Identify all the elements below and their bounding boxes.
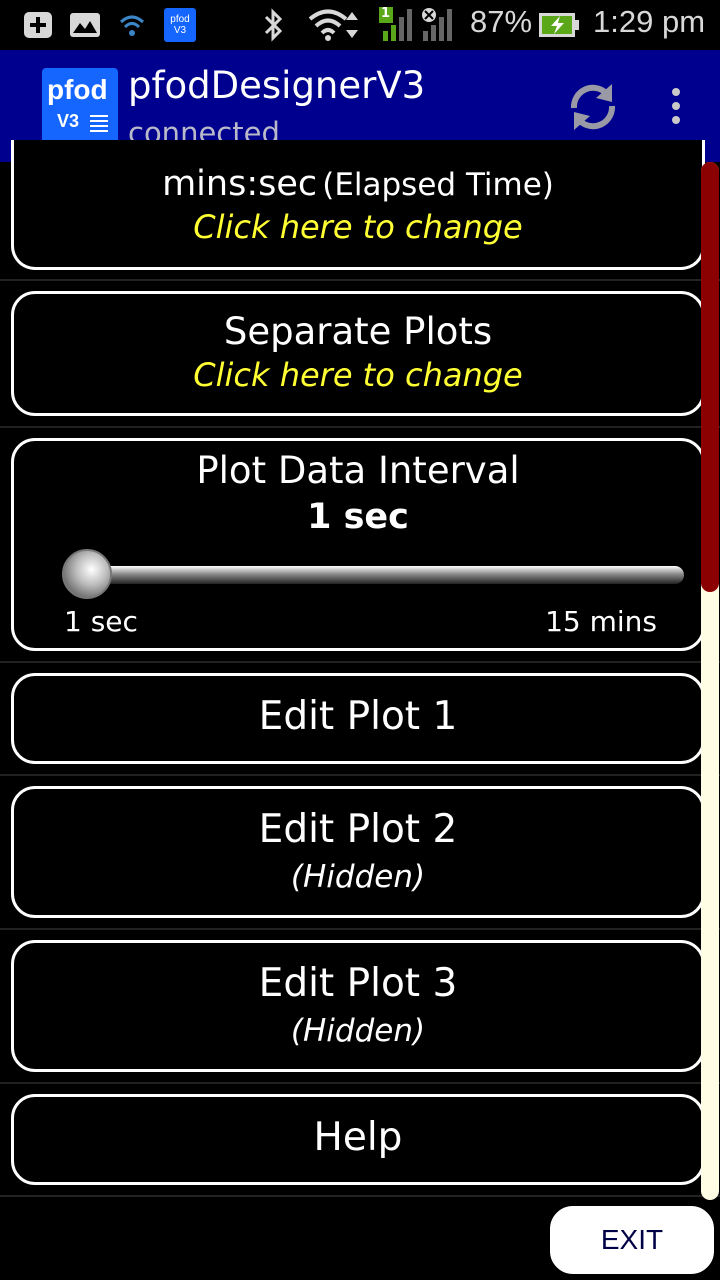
help-button[interactable]: Help: [11, 1094, 705, 1185]
divider: [0, 1082, 720, 1084]
divider: [0, 1195, 720, 1197]
separate-plots-button[interactable]: Separate Plots Click here to change: [11, 291, 705, 416]
time-format-button[interactable]: mins:sec (Elapsed Time) Click here to ch…: [11, 140, 705, 270]
edit-plot-2-button[interactable]: Edit Plot 2 (Hidden): [11, 786, 705, 918]
logo-line2: V3: [57, 111, 80, 131]
logo-line1: pfod: [47, 74, 108, 105]
plot-interval-value: 1 sec: [307, 497, 409, 537]
image-icon: [68, 8, 102, 42]
battery-percent: 87%: [470, 4, 533, 39]
exit-button[interactable]: EXIT: [547, 1203, 717, 1277]
divider: [0, 774, 720, 776]
separate-plots-hint: Click here to change: [193, 356, 523, 394]
plus-box-icon: [22, 8, 54, 42]
battery-charging-icon: [538, 8, 580, 42]
slider-max-label: 15 mins: [545, 605, 657, 638]
time-format-suffix: (Elapsed Time): [322, 167, 554, 203]
interval-slider-track[interactable]: [88, 566, 684, 584]
clock: 1:29 pm: [593, 4, 706, 39]
divider: [0, 661, 720, 663]
time-format-title-row: mins:sec (Elapsed Time): [14, 164, 702, 204]
wifi-icon: [308, 8, 364, 42]
pfod-notification-icon: pfod V3: [164, 8, 196, 42]
logo-lines-icon: [90, 115, 108, 135]
time-format-title: mins:sec: [162, 164, 318, 204]
edit-plot-1-label: Edit Plot 1: [258, 694, 458, 739]
edit-plot-2-label: Edit Plot 2: [258, 807, 458, 852]
bluetooth-icon: [260, 8, 288, 42]
time-format-hint: Click here to change: [193, 208, 523, 246]
divider: [0, 928, 720, 930]
app-title: pfodDesignerV3: [128, 64, 426, 107]
edit-plot-3-label: Edit Plot 3: [258, 961, 458, 1006]
edit-plot-2-status: (Hidden): [290, 859, 426, 895]
signal-icon: 1: [378, 6, 460, 42]
plot-interval-title: Plot Data Interval: [196, 449, 520, 492]
status-bar: pfod V3 1 87% 1:29 pm: [0, 0, 720, 50]
interval-slider-thumb[interactable]: [62, 549, 112, 599]
slider-min-label: 1 sec: [64, 605, 138, 638]
notification-badge-line1: pfod: [170, 14, 190, 25]
refresh-icon[interactable]: [566, 80, 620, 134]
help-label: Help: [313, 1115, 403, 1160]
app-logo[interactable]: pfod V3: [42, 68, 118, 144]
overflow-menu-icon[interactable]: [666, 88, 686, 128]
divider: [0, 279, 720, 281]
wifi-small-icon: [118, 8, 146, 42]
sim-badge: 1: [381, 6, 391, 21]
separate-plots-title: Separate Plots: [223, 310, 493, 353]
plot-interval-card: Plot Data Interval 1 sec 1 sec 15 mins: [11, 438, 705, 651]
divider: [0, 426, 720, 428]
notification-badge-line2: V3: [173, 25, 187, 36]
edit-plot-3-button[interactable]: Edit Plot 3 (Hidden): [11, 940, 705, 1072]
edit-plot-1-button[interactable]: Edit Plot 1: [11, 673, 705, 764]
scrollbar-thumb[interactable]: [701, 162, 719, 592]
edit-plot-3-status: (Hidden): [290, 1013, 426, 1049]
